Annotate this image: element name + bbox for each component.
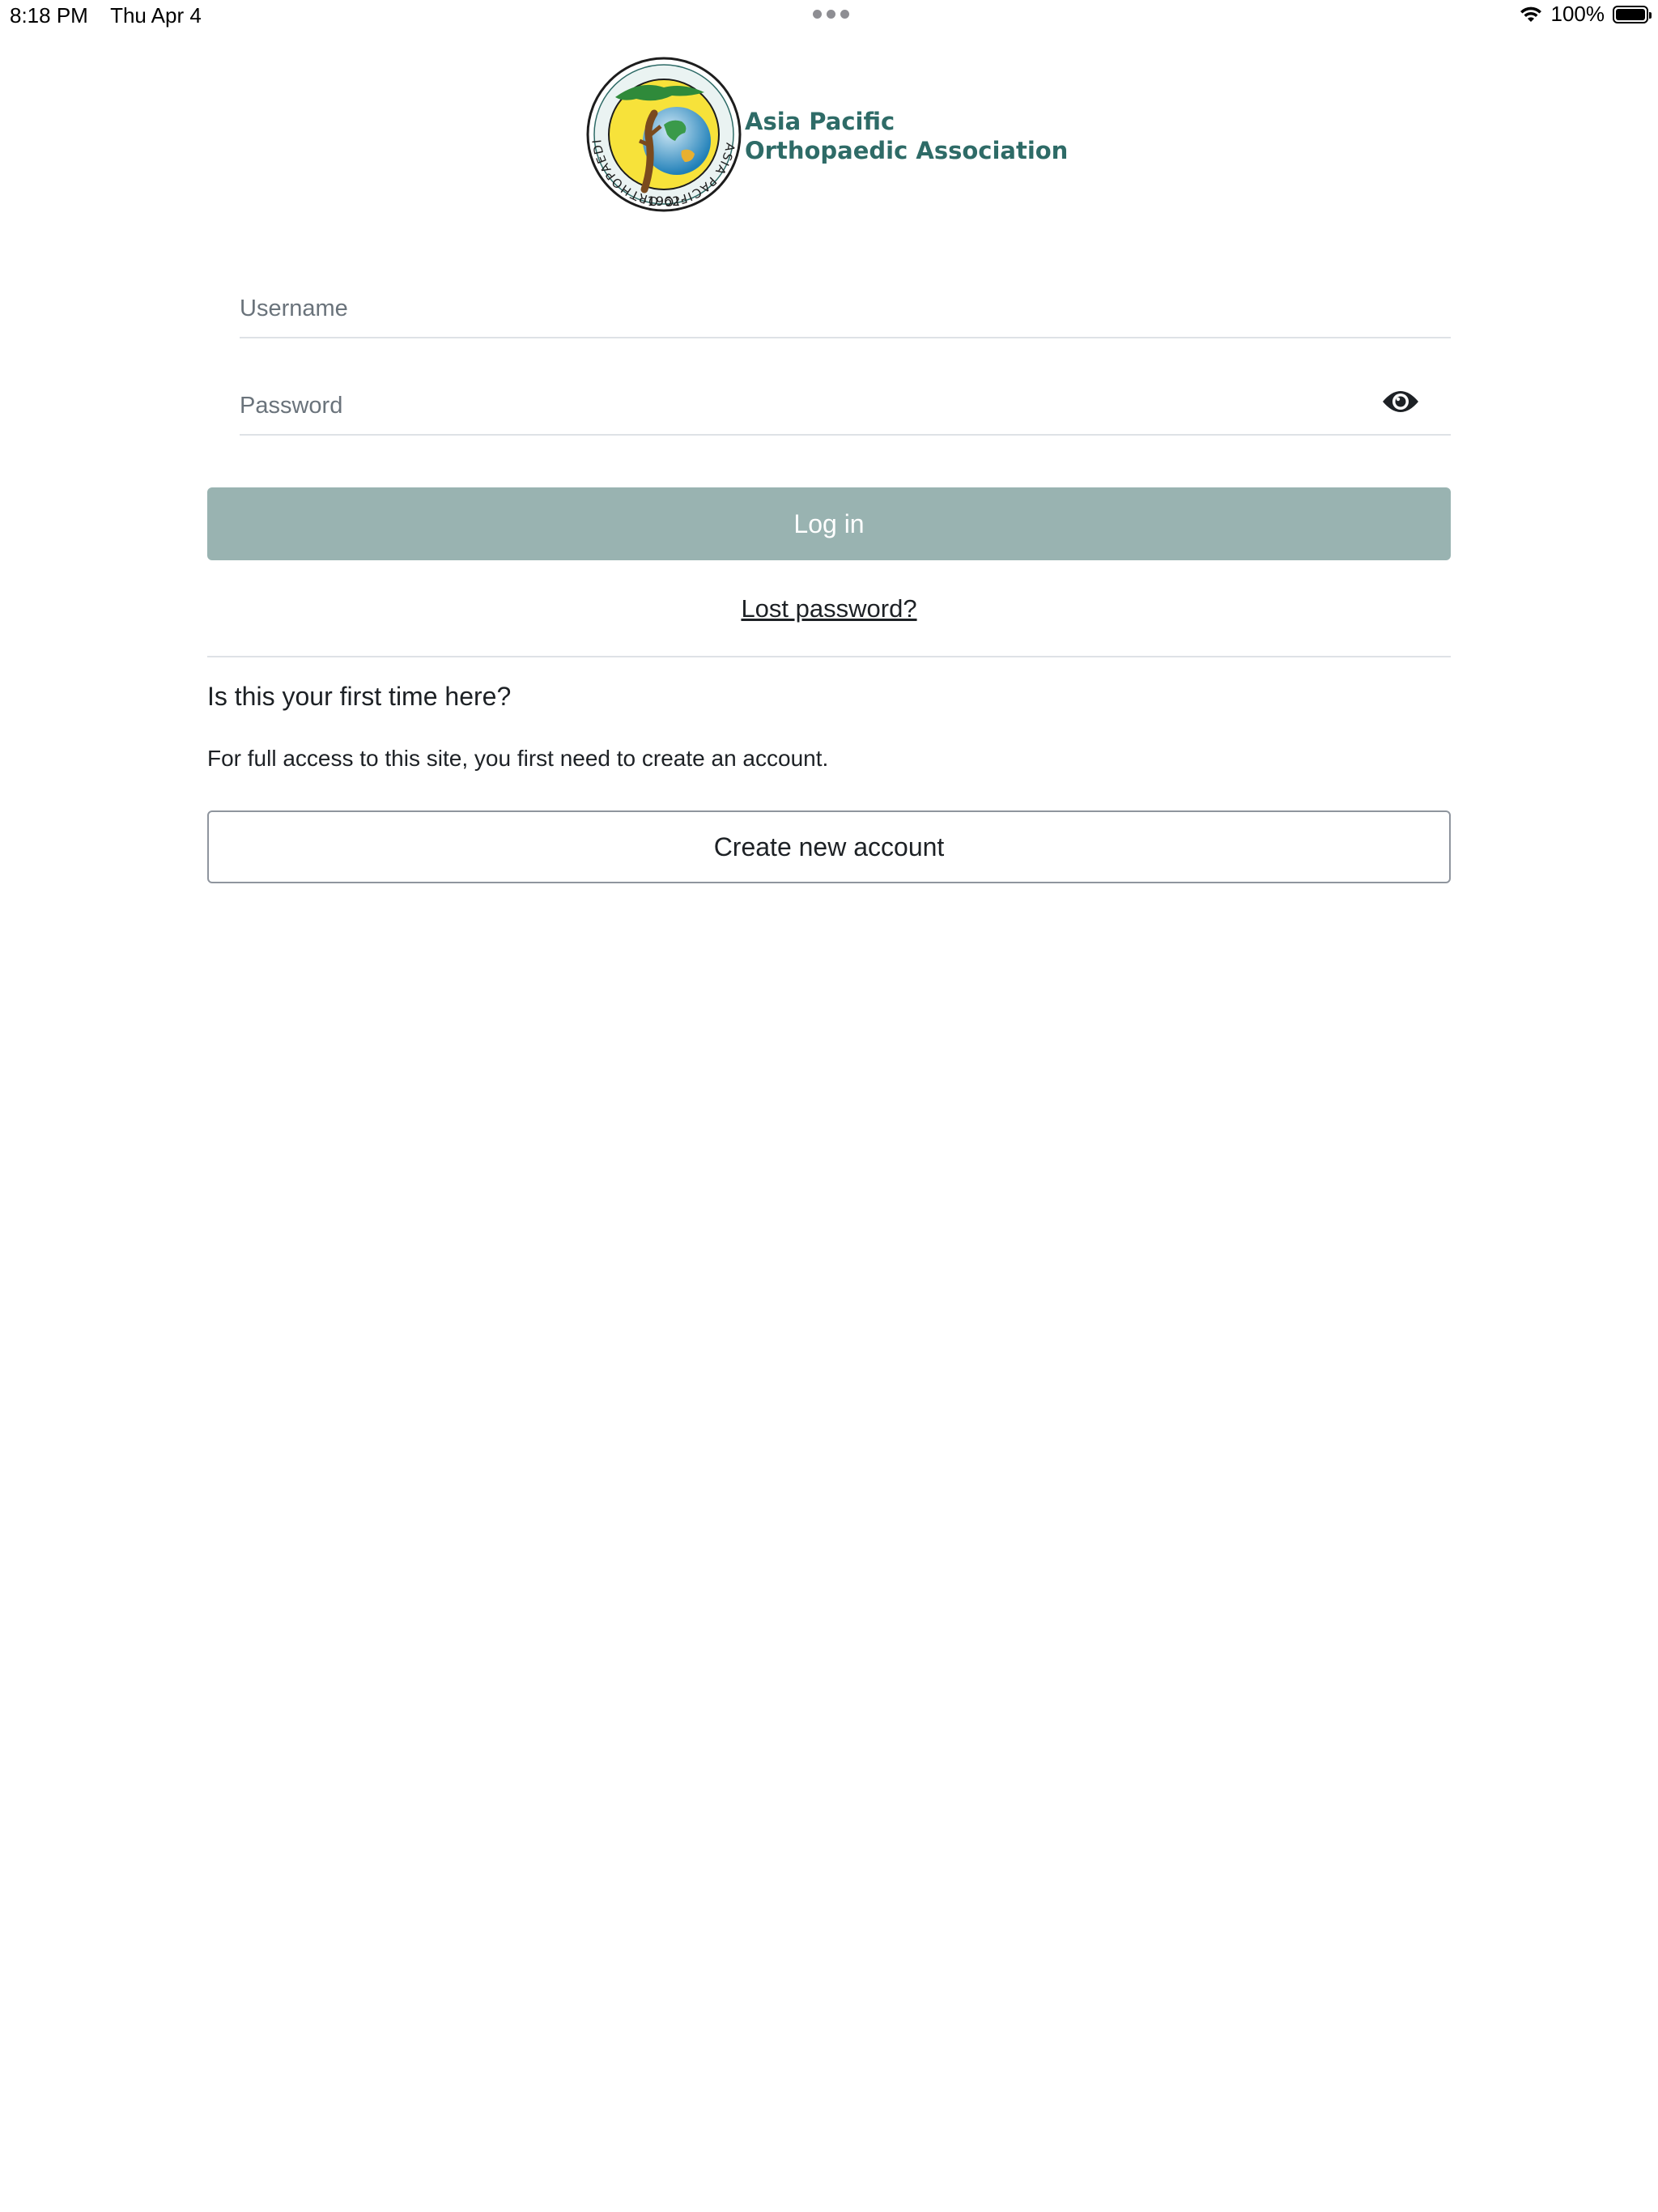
battery-icon (1613, 5, 1652, 23)
status-time-date: 8:18 PM Thu Apr 4 (10, 3, 202, 28)
section-divider (207, 656, 1451, 657)
status-date: Thu Apr 4 (110, 3, 202, 28)
brand-name: Asia Pacific Orthopaedic Association (745, 107, 1068, 165)
login-button[interactable]: Log in (207, 487, 1451, 560)
username-field (240, 267, 1451, 338)
password-field (240, 364, 1451, 436)
association-seal-icon: ASIA PACIFIC ORTHOPAEDIC ASSOCIATION ·19… (586, 57, 742, 212)
battery-percent: 100% (1550, 2, 1605, 26)
status-indicators: 100% (1519, 2, 1652, 27)
create-account-button[interactable]: Create new account (207, 810, 1451, 883)
wifi-icon (1520, 6, 1541, 22)
login-form: Log in Lost password? Is this your first… (207, 267, 1451, 883)
status-bar: 8:18 PM Thu Apr 4 100% (0, 0, 1658, 32)
status-time: 8:18 PM (10, 3, 88, 28)
brand-logo: ASIA PACIFIC ORTHOPAEDIC ASSOCIATION ·19… (586, 57, 1153, 219)
eye-icon[interactable] (1381, 385, 1420, 418)
lost-password-link[interactable]: Lost password? (207, 594, 1451, 623)
first-time-heading: Is this your first time here? (207, 682, 512, 711)
seal-year: ·1962· (644, 194, 685, 209)
first-time-description: For full access to this site, you first … (207, 746, 829, 771)
brand-name-line2: Orthopaedic Association (745, 137, 1069, 164)
brand-name-line1: Asia Pacific (745, 108, 895, 135)
password-input[interactable] (240, 364, 1451, 434)
multitask-dots-icon[interactable] (813, 10, 849, 19)
username-input[interactable] (240, 267, 1451, 337)
